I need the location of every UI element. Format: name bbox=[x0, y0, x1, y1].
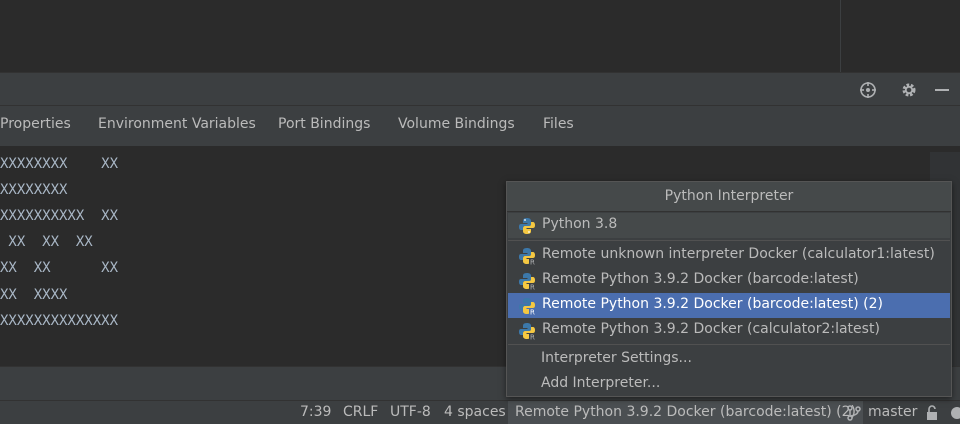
python-interpreter-popup: Python Interpreter Python 3.8 R Remote u… bbox=[506, 181, 952, 397]
console-line: XXXXXXXX XX bbox=[0, 156, 119, 172]
interpreter-option-remote-selected[interactable]: R Remote Python 3.9.2 Docker (barcode:la… bbox=[508, 293, 950, 318]
python-icon bbox=[518, 217, 536, 235]
svg-text:R: R bbox=[530, 309, 535, 316]
console-line: XXXXXXXX bbox=[0, 182, 68, 198]
svg-text:R: R bbox=[530, 259, 535, 266]
indent-setting[interactable]: 4 spaces bbox=[444, 404, 506, 420]
interpreter-option-remote[interactable]: R Remote unknown interpreter Docker (cal… bbox=[508, 243, 950, 268]
remote-python-icon: R bbox=[518, 272, 536, 292]
tool-window-header bbox=[0, 72, 960, 106]
caret-position[interactable]: 7:39 bbox=[300, 404, 331, 420]
console-line: XXXXXXXXXXXXXX bbox=[0, 313, 119, 329]
popup-separator bbox=[508, 344, 950, 345]
git-branch[interactable]: master bbox=[868, 404, 917, 420]
interpreter-option-remote[interactable]: R Remote Python 3.9.2 Docker (barcode:la… bbox=[508, 268, 950, 293]
interpreter-option-label: Remote unknown interpreter Docker (calcu… bbox=[542, 246, 935, 262]
svg-text:R: R bbox=[530, 284, 535, 291]
remote-python-icon: R bbox=[518, 297, 536, 317]
tab-environment-variables[interactable]: Environment Variables bbox=[98, 116, 256, 132]
console-line: XX XX XX bbox=[0, 260, 119, 276]
editor-area bbox=[0, 0, 960, 72]
line-separator[interactable]: CRLF bbox=[343, 404, 378, 420]
remote-python-icon: R bbox=[518, 247, 536, 267]
remote-python-icon: R bbox=[518, 322, 536, 342]
crosshair-icon[interactable] bbox=[857, 79, 879, 101]
minimize-icon[interactable] bbox=[931, 79, 953, 101]
console-line: XX XXXX bbox=[0, 287, 68, 303]
add-interpreter-action[interactable]: Add Interpreter... bbox=[541, 375, 660, 391]
lock-icon[interactable] bbox=[924, 405, 940, 424]
file-encoding[interactable]: UTF-8 bbox=[390, 404, 431, 420]
interpreter-option-label: Python 3.8 bbox=[542, 216, 618, 232]
interpreter-option-label: Remote Python 3.9.2 Docker (barcode:late… bbox=[542, 271, 859, 287]
interpreter-option-python-3-8[interactable]: Python 3.8 bbox=[508, 213, 950, 238]
status-bar: 7:39 CRLF UTF-8 4 spaces Remote Python 3… bbox=[0, 400, 960, 424]
git-branch-icon bbox=[846, 405, 862, 424]
interpreter-widget[interactable]: Remote Python 3.9.2 Docker (barcode:late… bbox=[508, 401, 863, 424]
container-tabs: Properties Environment Variables Port Bi… bbox=[0, 106, 960, 146]
popup-separator bbox=[508, 240, 950, 241]
interpreter-option-remote[interactable]: R Remote Python 3.9.2 Docker (calculator… bbox=[508, 318, 950, 343]
popup-title: Python Interpreter bbox=[507, 182, 951, 212]
tab-volume-bindings[interactable]: Volume Bindings bbox=[398, 116, 515, 132]
notifications-icon[interactable] bbox=[950, 406, 960, 424]
tab-files[interactable]: Files bbox=[543, 116, 574, 132]
console-line: XXXXXXXXXX XX bbox=[0, 208, 119, 224]
interpreter-settings-action[interactable]: Interpreter Settings... bbox=[541, 350, 692, 366]
interpreter-option-label: Remote Python 3.9.2 Docker (barcode:late… bbox=[542, 296, 883, 312]
tab-properties[interactable]: Properties bbox=[0, 116, 71, 132]
editor-divider bbox=[840, 0, 841, 72]
svg-text:R: R bbox=[530, 334, 535, 341]
console-line: XX XX XX bbox=[0, 234, 93, 250]
tab-port-bindings[interactable]: Port Bindings bbox=[278, 116, 370, 132]
interpreter-option-label: Remote Python 3.9.2 Docker (calculator2:… bbox=[542, 321, 880, 337]
gear-icon[interactable] bbox=[898, 79, 920, 101]
